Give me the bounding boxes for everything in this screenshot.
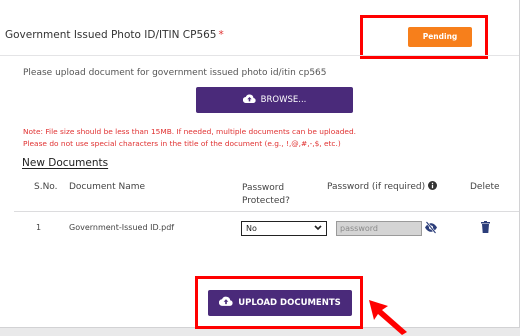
- column-header-password-protected: Password Protected?: [242, 183, 290, 206]
- info-icon[interactable]: [428, 181, 438, 190]
- column-header-password: Password (if required): [327, 181, 438, 192]
- column-header-delete: Delete: [470, 182, 500, 192]
- password-protected-select[interactable]: No: [241, 221, 327, 236]
- row-1-sno: 1: [36, 223, 42, 232]
- browse-button[interactable]: BROWSE...: [196, 87, 353, 113]
- password-input[interactable]: password: [336, 221, 422, 236]
- upload-button-label: UPLOAD DOCUMENTS: [238, 298, 341, 308]
- pointer-arrow-icon: [369, 300, 407, 335]
- upload-documents-button[interactable]: UPLOAD DOCUMENTS: [208, 290, 352, 316]
- chevron-down-icon: [314, 225, 322, 231]
- new-documents-heading: New Documents: [22, 157, 109, 169]
- pending-status-button[interactable]: Pending: [408, 27, 472, 47]
- column-header-sno: S.No.: [34, 182, 58, 192]
- eye-slash-icon[interactable]: [424, 221, 438, 234]
- cloud-upload-icon: [219, 296, 233, 306]
- row-1-document-name: Government-Issued ID.pdf: [69, 223, 175, 232]
- table-header-divider: [14, 211, 519, 212]
- browse-button-label: BROWSE...: [260, 95, 307, 105]
- document-title: Government Issued Photo ID/ITIN CP565 *: [5, 29, 224, 41]
- password-protected-value: No: [246, 224, 257, 233]
- document-title-text: Government Issued Photo ID/ITIN CP565: [5, 29, 217, 41]
- password-placeholder: password: [340, 224, 378, 233]
- header-divider: [0, 55, 519, 56]
- file-size-note: Note: File size should be less than 15MB…: [23, 127, 357, 136]
- column-header-document-name: Document Name: [69, 182, 146, 192]
- column-header-password-label: Password (if required): [327, 182, 426, 192]
- cloud-upload-icon: [242, 94, 256, 103]
- trash-icon[interactable]: [481, 221, 490, 233]
- document-upload-panel: Government Issued Photo ID/ITIN CP565 * P…: [0, 0, 520, 329]
- special-char-note: Please do not use special characters in …: [23, 139, 341, 148]
- required-mark: *: [218, 29, 224, 41]
- upload-instruction: Please upload document for government is…: [23, 68, 327, 78]
